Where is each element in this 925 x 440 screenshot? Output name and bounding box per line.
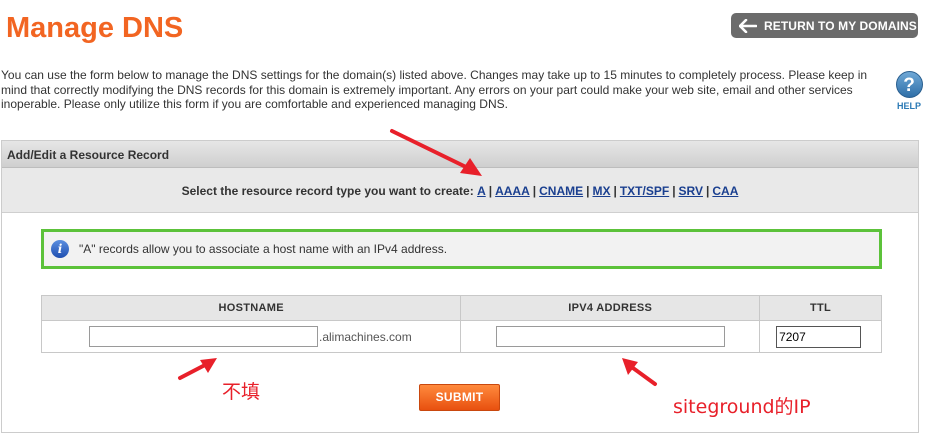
annotation-ip-note: siteground的IP xyxy=(673,396,811,418)
annotation-arrows xyxy=(178,129,657,386)
annotation-arrow-to-hostname xyxy=(178,358,217,380)
annotation-arrow-to-ip xyxy=(622,358,657,386)
annotation-arrow-to-a-link xyxy=(390,129,482,176)
annotation-hostname-note: 不填 xyxy=(222,381,261,403)
